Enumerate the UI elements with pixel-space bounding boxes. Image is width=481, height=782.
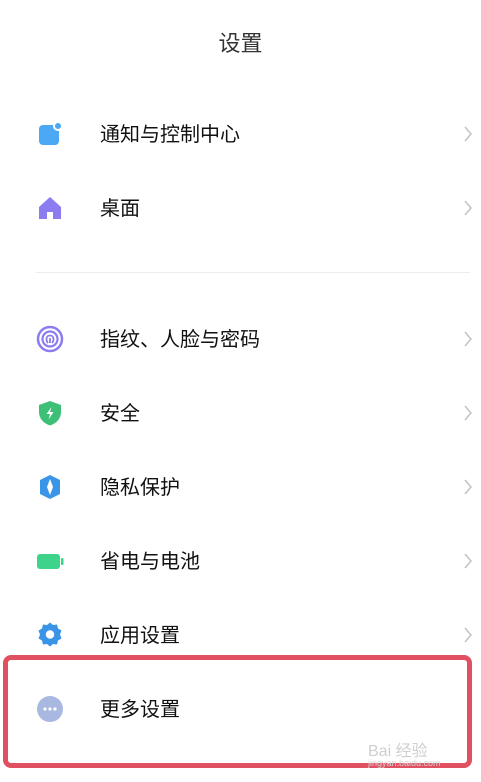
chevron-right-icon: [464, 627, 473, 643]
settings-item-security[interactable]: 安全: [0, 383, 481, 443]
chevron-right-icon: [464, 331, 473, 347]
gear-icon: [38, 622, 62, 647]
chevron-right-icon: [464, 553, 473, 569]
section-divider: [36, 272, 470, 273]
settings-item-label: 通知与控制中心: [100, 122, 240, 146]
settings-item-label: 桌面: [100, 196, 140, 220]
watermark-url: jingyan.baidu.com: [368, 758, 441, 768]
privacy-icon: [40, 475, 60, 499]
chevron-right-icon: [464, 405, 473, 421]
settings-item-label: 应用设置: [100, 623, 180, 647]
fingerprint-icon: [36, 325, 64, 353]
settings-item-fingerprint[interactable]: 指纹、人脸与密码: [0, 309, 481, 369]
chevron-right-icon: [464, 126, 473, 142]
settings-item-label: 指纹、人脸与密码: [100, 327, 260, 351]
home-icon: [39, 197, 61, 219]
chevron-right-icon: [464, 200, 473, 216]
page-title: 设置: [218, 32, 263, 57]
settings-item-privacy[interactable]: 隐私保护: [0, 457, 481, 517]
settings-item-battery[interactable]: 省电与电池: [0, 531, 481, 591]
battery-icon: [37, 554, 64, 569]
settings-item-desktop[interactable]: 桌面: [0, 178, 481, 238]
settings-item-label: 安全: [100, 401, 140, 425]
notification-icon: [39, 121, 63, 145]
settings-item-notifications[interactable]: 通知与控制中心: [0, 104, 481, 164]
chevron-right-icon: [464, 479, 473, 495]
settings-item-label: 省电与电池: [100, 549, 200, 573]
security-shield-icon: [39, 401, 61, 426]
settings-item-label: 隐私保护: [100, 475, 180, 499]
